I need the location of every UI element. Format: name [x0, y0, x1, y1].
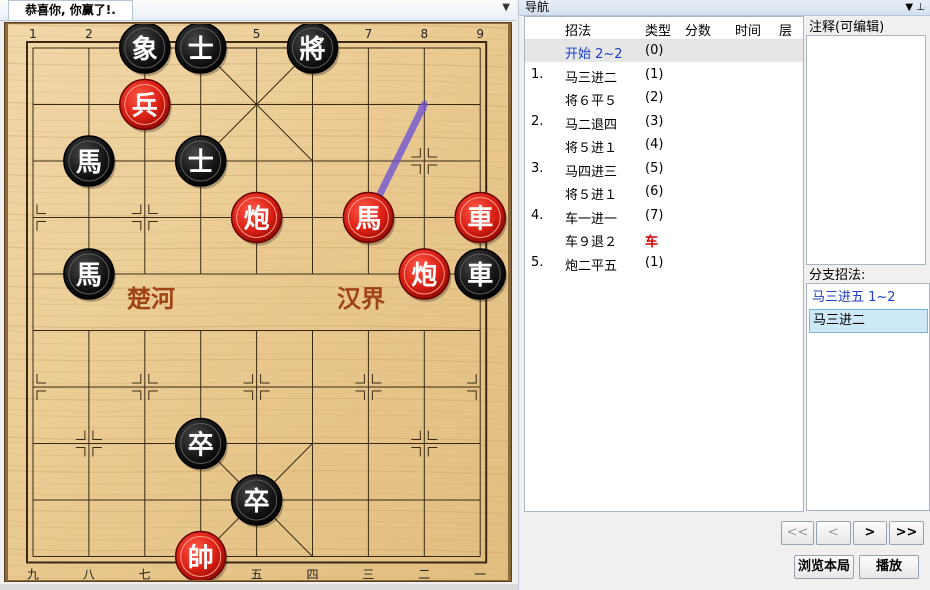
board-panel: 恭喜你, 你赢了!. ▼ 1 2 5 7 8 9 九 八 七 五 四 三 二 一…: [0, 0, 930, 590]
move-text: 将５进１: [565, 141, 618, 156]
header-score[interactable]: 分数: [685, 20, 711, 39]
piece-label: 車: [467, 261, 493, 291]
bottom-coordinate: 四: [306, 568, 318, 581]
comment-textarea[interactable]: [806, 35, 926, 265]
top-coordinate: 9: [476, 27, 484, 41]
bottom-coordinate: 五: [251, 568, 263, 581]
branch-label: 分支招法:: [809, 268, 866, 283]
top-coordinate: 1: [29, 27, 37, 41]
piece-label: 將: [299, 35, 325, 65]
header-move[interactable]: 招法: [565, 20, 591, 39]
piece-label: 象: [132, 34, 158, 65]
move-number: 1.: [531, 66, 544, 82]
move-text: 将５进１: [565, 188, 618, 203]
move-text: 炮二平五: [565, 258, 618, 274]
prev-move-button[interactable]: <: [816, 521, 851, 545]
piece-label: 帥: [188, 544, 214, 574]
browse-game-button[interactable]: 浏览本局: [794, 555, 854, 579]
piece-label: 炮: [244, 204, 270, 235]
top-coordinate: 8: [420, 27, 428, 41]
move-number: 2.: [531, 113, 544, 129]
piece-label: 車: [467, 205, 493, 235]
navigation-panel: 导航 ▼ ⊥ 招法 类型 分数 时间 层 开始 2~2 (0) 1. 马三进二 (1) 将…: [518, 0, 930, 590]
move-row[interactable]: 将５进１ (6): [525, 181, 803, 203]
move-type: (7): [645, 207, 664, 223]
river-label-left: 楚河: [127, 285, 175, 313]
next-move-button[interactable]: >: [853, 521, 887, 545]
last-move-button[interactable]: >>: [889, 521, 924, 545]
piece-label: 炮: [411, 260, 437, 291]
branch-item-selected[interactable]: 马三进二: [809, 309, 928, 333]
move-text: 将６平５: [565, 94, 618, 109]
move-text: 开始 2~2: [565, 47, 623, 62]
board-tab-bar: 恭喜你, 你赢了!. ▼: [0, 0, 516, 21]
move-number: 4.: [531, 207, 544, 223]
move-number: 5.: [531, 254, 544, 270]
header-type[interactable]: 类型: [645, 20, 671, 39]
river-label-right: 汉界: [337, 285, 385, 313]
first-move-button[interactable]: <<: [781, 521, 814, 545]
move-type: (4): [645, 137, 664, 152]
play-button[interactable]: 播放: [859, 555, 919, 579]
move-row[interactable]: 4. 车一进一 (7): [525, 205, 803, 227]
piece-label: 馬: [76, 148, 102, 178]
top-coordinate: 2: [85, 27, 93, 41]
move-type: (1): [645, 254, 664, 270]
move-text: 车一进一: [565, 211, 618, 227]
piece-label: 馬: [76, 261, 102, 291]
move-row[interactable]: 2. 马二退四 (3): [525, 111, 803, 133]
top-coordinate: 7: [365, 27, 373, 41]
piece-label: 卒: [244, 486, 270, 517]
move-row[interactable]: 开始 2~2 (0): [525, 40, 803, 62]
move-type: 车: [645, 235, 659, 250]
bottom-coordinate: 九: [27, 568, 39, 581]
header-depth[interactable]: 层: [779, 20, 792, 39]
nav-title-bar: 导航 ▼ ⊥: [519, 0, 930, 16]
move-type: (5): [645, 160, 664, 176]
piece-label: 卒: [188, 430, 214, 461]
move-text: 马三进二: [565, 70, 618, 86]
piece-label: 馬: [355, 205, 381, 235]
bottom-coordinate: 八: [83, 568, 95, 581]
move-type: (1): [645, 66, 664, 82]
header-time[interactable]: 时间: [735, 20, 761, 39]
move-row[interactable]: 车９退２ 车: [525, 228, 803, 250]
move-row[interactable]: 将５进１ (4): [525, 134, 803, 156]
top-coordinate: 5: [253, 27, 261, 41]
comment-label: 注释(可编辑): [809, 20, 885, 35]
bottom-coordinate: 一: [474, 568, 486, 581]
move-text: 马四进三: [565, 164, 618, 180]
piece-label: 兵: [132, 92, 158, 122]
move-text: 车９退２: [565, 235, 618, 250]
move-text: 马二退四: [565, 117, 618, 133]
move-list[interactable]: 招法 类型 分数 时间 层 开始 2~2 (0) 1. 马三进二 (1) 将６平５ (2) 2…: [524, 16, 804, 512]
move-type: (2): [645, 90, 664, 105]
dropdown-pin-icon[interactable]: ▼: [502, 2, 510, 13]
nav-title: 导航: [525, 0, 550, 14]
chess-board[interactable]: 123456789九八七六五四三二一 楚河 汉界 象士將兵馬士炮馬車馬炮車卒卒帥: [8, 24, 508, 580]
move-type: (3): [645, 113, 664, 129]
piece-label: 士: [188, 148, 214, 178]
move-list-header: 招法 类型 分数 时间 层: [525, 17, 803, 40]
piece-label: 士: [188, 35, 214, 65]
move-number: 3.: [531, 160, 544, 176]
bottom-coordinate: 七: [139, 568, 151, 581]
branch-item[interactable]: 马三进五 1~2: [809, 287, 928, 309]
move-row[interactable]: 5. 炮二平五 (1): [525, 252, 803, 274]
move-row[interactable]: 将６平５ (2): [525, 87, 803, 109]
move-type: (0): [645, 43, 664, 58]
bottom-coordinate: 三: [362, 568, 374, 581]
move-row[interactable]: 1. 马三进二 (1): [525, 64, 803, 86]
nav-pin-icon[interactable]: ▼ ⊥: [905, 0, 925, 15]
bottom-coordinate: 二: [418, 568, 430, 581]
move-type: (6): [645, 184, 664, 199]
board-tab-title[interactable]: 恭喜你, 你赢了!.: [8, 0, 133, 20]
branch-list[interactable]: 马三进五 1~2 马三进二: [806, 283, 930, 511]
move-row[interactable]: 3. 马四进三 (5): [525, 158, 803, 180]
